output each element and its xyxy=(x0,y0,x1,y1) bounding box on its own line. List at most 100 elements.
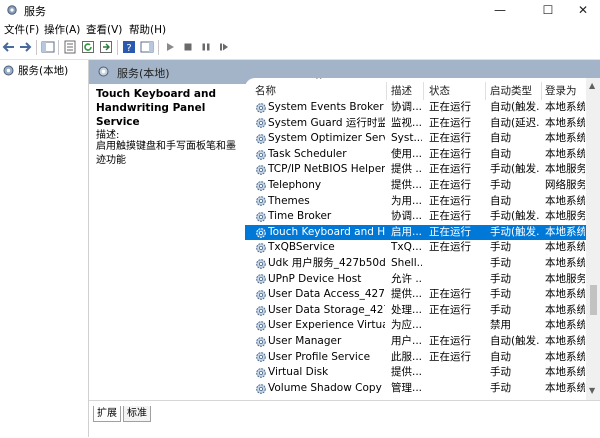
column-separator[interactable] xyxy=(423,82,424,100)
column-header-description[interactable]: 描述 xyxy=(391,78,412,100)
maximize-button[interactable]: ☐ xyxy=(528,0,568,20)
service-desc-cell: 提供... xyxy=(391,179,422,191)
vertical-scrollbar[interactable]: ▲ ▼ xyxy=(586,78,600,400)
service-row[interactable]: Task Scheduler 使用... 正在运行 自动 本地系统 xyxy=(245,147,586,163)
service-gear-icon xyxy=(256,134,266,144)
stop-service-icon[interactable] xyxy=(181,40,195,54)
service-status-cell: 正在运行 xyxy=(429,335,471,347)
scrollbar-thumb[interactable] xyxy=(590,285,597,315)
tab-extended[interactable]: 扩展 xyxy=(93,406,121,422)
service-row[interactable]: TCP/IP NetBIOS Helper 提供 ... 正在运行 手动(触发... 本… xyxy=(245,162,586,178)
menu-view[interactable]: 查看(V) xyxy=(86,22,122,37)
service-startup-cell: 手动 xyxy=(490,381,511,394)
service-name-cell: User Manager xyxy=(268,335,342,347)
column-separator[interactable] xyxy=(485,82,486,100)
show-hide-action-pane-icon[interactable] xyxy=(140,40,154,54)
service-logon-cell: 网络服务 xyxy=(545,179,585,191)
properties-icon[interactable] xyxy=(63,40,77,54)
service-logon-cell: 本地系统 xyxy=(545,225,585,238)
service-list: ^ 名称 描述 状态 启动类型 登录为 System Events Broker… xyxy=(245,78,586,400)
column-header-logon-as[interactable]: 登录为 xyxy=(545,78,577,100)
help-icon[interactable]: ? xyxy=(122,40,136,54)
toolbar-separator xyxy=(158,40,159,55)
service-logon-cell: 本地系统 xyxy=(545,101,585,113)
service-row[interactable]: System Optimizer Service Syst... 正在运行 自动 本地系… xyxy=(245,131,586,147)
service-row[interactable]: Themes 为用... 正在运行 自动 本地系统 xyxy=(245,194,586,210)
pause-service-icon[interactable] xyxy=(199,40,213,54)
service-row[interactable]: Virtual Disk 提供... 手动 本地系统 xyxy=(245,365,586,381)
service-status-cell xyxy=(429,381,484,397)
refresh-icon[interactable] xyxy=(81,40,95,54)
svg-text:?: ? xyxy=(126,43,131,54)
service-name-cell: Touch Keyboard and Ha... xyxy=(268,225,385,238)
service-desc-cell: 管理... xyxy=(391,381,422,394)
tree-node-services-local[interactable]: 服务(本地) xyxy=(2,63,87,78)
service-row[interactable]: User Manager 用户... 正在运行 自动(触发... 本地系统 xyxy=(245,334,586,350)
service-startup-cell: 手动 xyxy=(490,179,511,191)
service-desc-cell: 为用... xyxy=(391,194,422,207)
service-row[interactable]: Telephony 提供... 正在运行 手动 网络服务 xyxy=(245,178,586,194)
service-row[interactable]: TxQBService TxQ... 正在运行 手动 本地系统 xyxy=(245,240,586,256)
service-name-cell: TxQBService xyxy=(268,241,335,254)
service-startup-cell: 手动(触发... xyxy=(490,163,540,176)
service-desc-cell: 监视... xyxy=(391,116,422,129)
service-name-cell: Time Broker xyxy=(268,210,332,223)
forward-arrow-icon[interactable] xyxy=(18,40,32,54)
service-gear-icon xyxy=(256,321,266,331)
service-row[interactable]: UPnP Device Host 允许 ... 手动 本地服务 xyxy=(245,272,586,288)
service-status-cell: 正在运行 xyxy=(429,303,471,316)
menu-action[interactable]: 操作(A) xyxy=(44,22,80,37)
service-desc-cell: 为应... xyxy=(391,319,422,332)
view-tabs: 扩展 标准 xyxy=(89,400,600,438)
column-separator[interactable] xyxy=(386,82,387,100)
selected-service-name: Touch Keyboard and Handwriting Panel Ser… xyxy=(96,88,216,128)
service-desc-cell: 协调... xyxy=(391,210,422,223)
close-button[interactable]: ✕ xyxy=(563,0,600,20)
title-bar: 服务 — ☐ ✕ xyxy=(0,0,600,20)
menu-file[interactable]: 文件(F) xyxy=(4,22,39,37)
service-gear-icon xyxy=(256,368,266,378)
back-arrow-icon[interactable] xyxy=(2,40,16,54)
menu-help[interactable]: 帮助(H) xyxy=(129,22,166,37)
service-name-cell: Volume Shadow Copy xyxy=(268,381,382,394)
service-startup-cell: 自动 xyxy=(490,147,511,160)
service-row[interactable]: User Experience Virtualiz... 为应... 禁用 本地系统 xyxy=(245,318,586,334)
service-desc-cell: 处理... xyxy=(391,303,422,316)
export-list-icon[interactable] xyxy=(99,40,113,54)
minimize-button[interactable]: — xyxy=(480,0,520,20)
column-header-startup-type[interactable]: 启动类型 xyxy=(490,78,532,100)
tab-standard[interactable]: 标准 xyxy=(123,406,151,422)
service-row[interactable]: Udk 用户服务_427b50d1 Shell... 手动 本地系统 xyxy=(245,256,586,272)
service-row[interactable]: System Events Broker 协调... 正在运行 自动(触发... 本地系… xyxy=(245,100,586,116)
service-row[interactable]: User Data Access_427b5... 提供... 正在运行 手动 本地系统 xyxy=(245,287,586,303)
service-row[interactable]: Touch Keyboard and Ha... 启用... 正在运行 手动(触发..… xyxy=(245,224,586,241)
services-gear-icon xyxy=(3,65,14,76)
service-desc-cell: Shell... xyxy=(391,257,422,269)
service-name-cell: User Data Storage_427b... xyxy=(268,303,385,316)
console-tree-icon[interactable] xyxy=(41,40,55,54)
service-row[interactable]: User Profile Service 此服... 正在运行 自动 本地系统 xyxy=(245,350,586,366)
restart-service-icon[interactable] xyxy=(217,40,231,54)
service-logon-cell: 本地系统 xyxy=(545,381,585,394)
column-header-name[interactable]: 名称 xyxy=(255,78,276,100)
service-gear-icon xyxy=(256,165,266,175)
column-header-status[interactable]: 状态 xyxy=(429,78,450,100)
service-status-cell xyxy=(429,365,484,381)
service-logon-cell: 本地系统 xyxy=(545,241,585,254)
service-logon-cell: 本地系统 xyxy=(545,194,585,207)
service-logon-cell: 本地系统 xyxy=(545,319,585,332)
service-row[interactable]: User Data Storage_427b... 处理... 正在运行 手动 本地系统 xyxy=(245,303,586,319)
scroll-up-arrow-icon[interactable]: ▲ xyxy=(589,81,595,90)
service-status-cell: 正在运行 xyxy=(429,147,471,160)
service-desc-cell: 使用... xyxy=(391,147,422,160)
service-gear-icon xyxy=(256,352,266,363)
start-service-icon[interactable] xyxy=(163,40,177,54)
service-startup-cell: 自动 xyxy=(490,194,511,207)
column-separator[interactable] xyxy=(541,82,542,100)
scroll-down-arrow-icon[interactable]: ▼ xyxy=(589,386,595,395)
service-row[interactable]: System Guard 运行时监视... 监视... 正在运行 自动(延迟... 本地… xyxy=(245,116,586,132)
service-row[interactable]: Time Broker 协调... 正在运行 手动(触发... 本地服务 xyxy=(245,209,586,225)
service-row[interactable]: Volume Shadow Copy 管理... 手动 本地系统 xyxy=(245,381,586,397)
service-name-cell: User Profile Service xyxy=(268,350,371,363)
service-logon-cell: 本地系统 xyxy=(545,147,585,160)
